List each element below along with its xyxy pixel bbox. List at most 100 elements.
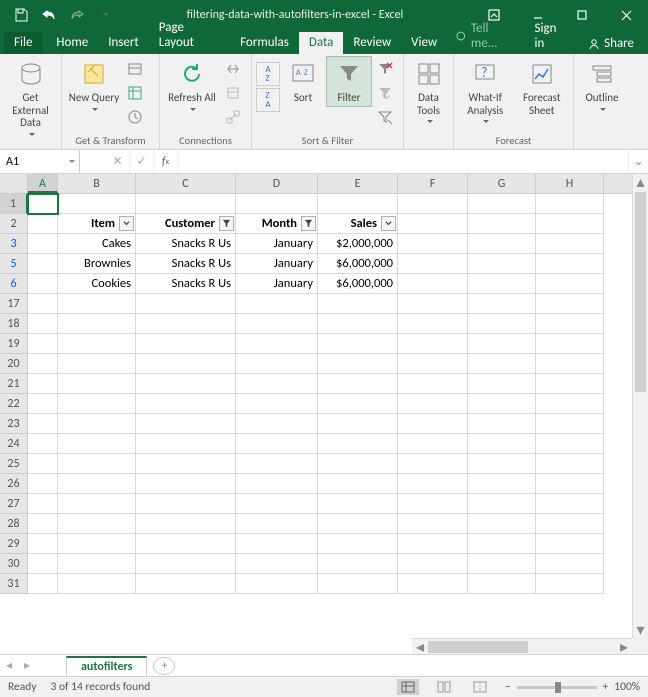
sort-button[interactable]: AZSort (282, 56, 324, 107)
cell-A20[interactable] (28, 354, 58, 374)
cell-B29[interactable] (58, 534, 136, 554)
cell-A27[interactable] (28, 494, 58, 514)
page-break-view-button[interactable] (469, 679, 491, 695)
cell-E17[interactable] (318, 294, 398, 314)
column-header-A[interactable]: A (28, 174, 58, 193)
column-header-E[interactable]: E (318, 174, 398, 193)
cell-A21[interactable] (28, 374, 58, 394)
clear-filter-button[interactable] (374, 58, 396, 80)
row-header-23[interactable]: 23 (0, 414, 28, 434)
cell-A1[interactable] (28, 194, 58, 214)
cell-B23[interactable] (58, 414, 136, 434)
cell-A26[interactable] (28, 474, 58, 494)
cell-G28[interactable] (468, 514, 536, 534)
cell-D29[interactable] (236, 534, 318, 554)
cell-A30[interactable] (28, 554, 58, 574)
cell-F27[interactable] (398, 494, 468, 514)
cell-H3[interactable] (536, 234, 604, 254)
zoom-out-button[interactable]: − (505, 680, 511, 694)
cell-G22[interactable] (468, 394, 536, 414)
cell-F1[interactable] (398, 194, 468, 214)
name-box[interactable]: A1 (0, 150, 80, 173)
cell-E26[interactable] (318, 474, 398, 494)
cell-F17[interactable] (398, 294, 468, 314)
cell-G26[interactable] (468, 474, 536, 494)
cell-F23[interactable] (398, 414, 468, 434)
cell-E27[interactable] (318, 494, 398, 514)
cell-C22[interactable] (136, 394, 236, 414)
cell-C31[interactable] (136, 574, 236, 594)
horizontal-scrollbar[interactable]: ◂ ▸ (412, 638, 632, 654)
cell-A22[interactable] (28, 394, 58, 414)
cell-H24[interactable] (536, 434, 604, 454)
reapply-button[interactable] (374, 82, 396, 104)
cell-B18[interactable] (58, 314, 136, 334)
sheet-tab-autofilters[interactable]: autofilters (66, 656, 147, 676)
cell-H26[interactable] (536, 474, 604, 494)
cell-E20[interactable] (318, 354, 398, 374)
tab-review[interactable]: Review (343, 32, 401, 54)
cell-sales-5[interactable]: $6,000,000 (318, 254, 398, 274)
cell-H6[interactable] (536, 274, 604, 294)
cell-G19[interactable] (468, 334, 536, 354)
tab-page-layout[interactable]: Page Layout (149, 17, 230, 54)
cell-B25[interactable] (58, 454, 136, 474)
row-header-30[interactable]: 30 (0, 554, 28, 574)
cell-A23[interactable] (28, 414, 58, 434)
column-header-H[interactable]: H (536, 174, 604, 193)
cell-G1[interactable] (468, 194, 536, 214)
cancel-formula-button[interactable]: ✕ (106, 150, 130, 173)
hscroll-thumb[interactable] (428, 641, 528, 653)
cell-C28[interactable] (136, 514, 236, 534)
cell-C27[interactable] (136, 494, 236, 514)
cell-E28[interactable] (318, 514, 398, 534)
sign-in[interactable]: Sign in (525, 18, 579, 54)
cell-E30[interactable] (318, 554, 398, 574)
scroll-right-arrow[interactable]: ▸ (616, 639, 632, 654)
cell-F28[interactable] (398, 514, 468, 534)
cell-G3[interactable] (468, 234, 536, 254)
cell-D30[interactable] (236, 554, 318, 574)
row-header-6[interactable]: 6 (0, 274, 28, 294)
cell-H21[interactable] (536, 374, 604, 394)
cell-H18[interactable] (536, 314, 604, 334)
zoom-in-button[interactable]: + (603, 680, 609, 694)
cell-C26[interactable] (136, 474, 236, 494)
filter-dropdown-icon[interactable] (119, 216, 134, 231)
tab-view[interactable]: View (401, 32, 447, 54)
cell-D22[interactable] (236, 394, 318, 414)
cell-G27[interactable] (468, 494, 536, 514)
column-header-G[interactable]: G (468, 174, 536, 193)
row-header-22[interactable]: 22 (0, 394, 28, 414)
outline-button[interactable]: Outline (578, 56, 626, 119)
scroll-down-arrow[interactable]: ▾ (633, 622, 648, 638)
save-button[interactable] (8, 4, 34, 26)
cell-item-3[interactable]: Cakes (58, 234, 136, 254)
header-sales[interactable]: Sales (318, 214, 398, 234)
row-header-24[interactable]: 24 (0, 434, 28, 454)
filter-applied-icon[interactable] (301, 216, 316, 231)
cell-H19[interactable] (536, 334, 604, 354)
cell-C20[interactable] (136, 354, 236, 374)
row-header-18[interactable]: 18 (0, 314, 28, 334)
cell-B17[interactable] (58, 294, 136, 314)
row-header-19[interactable]: 19 (0, 334, 28, 354)
header-customer[interactable]: Customer (136, 214, 236, 234)
new-query-button[interactable]: New Query (66, 56, 122, 119)
tab-insert[interactable]: Insert (98, 32, 149, 54)
cell-B30[interactable] (58, 554, 136, 574)
cell-E31[interactable] (318, 574, 398, 594)
from-table-button[interactable] (124, 82, 146, 104)
cell-G24[interactable] (468, 434, 536, 454)
cell-A2[interactable] (28, 214, 58, 234)
edit-links-button[interactable] (222, 106, 244, 128)
forecast-sheet-button[interactable]: Forecast Sheet (515, 56, 570, 119)
cell-customer-3[interactable]: Snacks R Us (136, 234, 236, 254)
cell-H20[interactable] (536, 354, 604, 374)
cell-D26[interactable] (236, 474, 318, 494)
cell-G21[interactable] (468, 374, 536, 394)
filter-dropdown-icon[interactable] (381, 216, 396, 231)
cell-C1[interactable] (136, 194, 236, 214)
cell-H30[interactable] (536, 554, 604, 574)
cell-G17[interactable] (468, 294, 536, 314)
